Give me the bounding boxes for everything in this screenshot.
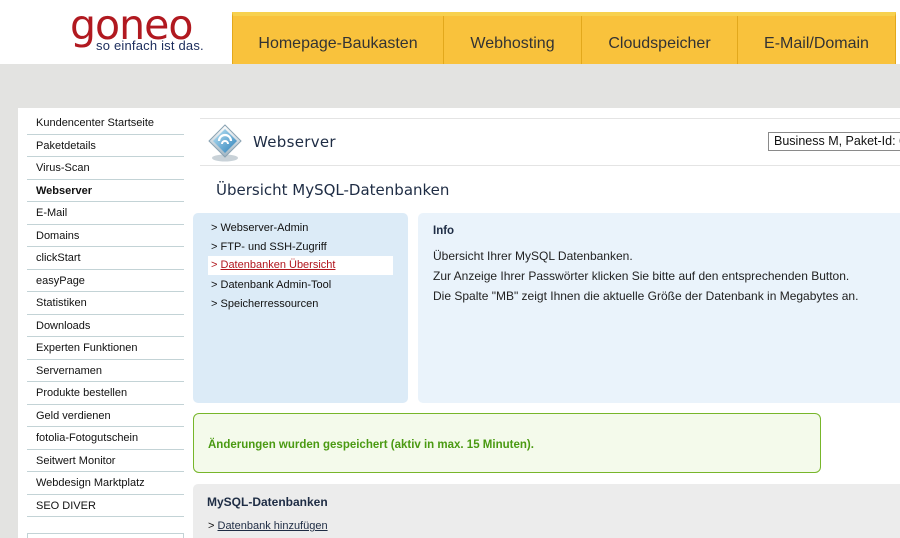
submenu-item-ftp-ssh[interactable]: > FTP- und SSH-Zugriff (208, 238, 393, 257)
sidebar-item-domains[interactable]: Domains (27, 225, 184, 247)
mysql-databases-section: MySQL-Datenbanken > Datenbank hinzufügen (193, 484, 900, 538)
sidebar-item-geld-verdienen[interactable]: Geld verdienen (27, 405, 184, 427)
webserver-header: Webserver Business M, Paket-Id: 6 (200, 118, 900, 166)
sidebar-item-produkte-bestellen[interactable]: Produkte bestellen (27, 382, 184, 405)
sidebar-item-webdesign-marktplatz[interactable]: Webdesign Marktplatz (27, 472, 184, 495)
submenu-item-webserver-admin[interactable]: > Webserver-Admin (208, 219, 393, 238)
logo-tagline: so einfach ist das. (96, 38, 204, 53)
success-message: Änderungen wurden gespeichert (aktiv in … (208, 439, 534, 451)
submenu-item-datenbank-admin-tool[interactable]: > Datenbank Admin-Tool (208, 276, 393, 295)
sidebar-item-paketdetails[interactable]: Paketdetails (27, 135, 184, 157)
arrow-icon: > (211, 222, 218, 234)
submenu-item-label: FTP- und SSH-Zugriff (220, 240, 327, 253)
sidebar-item-downloads[interactable]: Downloads (27, 315, 184, 337)
sidebar-item-webserver[interactable]: Webserver (27, 180, 184, 202)
package-select[interactable]: Business M, Paket-Id: 6 (768, 132, 900, 151)
sidebar-item-seo-diver[interactable]: SEO DIVER (27, 495, 184, 517)
submenu-item-datenbanken-uebersicht[interactable]: > Datenbanken Übersicht (208, 256, 393, 275)
nav-cloudspeicher[interactable]: Cloudspeicher (582, 16, 738, 71)
sidebar-box-edge (27, 533, 184, 538)
info-line: Übersicht Ihrer MySQL Datenbanken. (433, 249, 633, 263)
sidebar-item-fotolia-fotogutschein[interactable]: fotolia-Fotogutschein (27, 427, 184, 450)
arrow-icon: > (211, 259, 218, 271)
goneo-logo[interactable]: goneo so einfach ist das. (70, 2, 220, 56)
sidebar-item-servernamen[interactable]: Servernamen (27, 360, 184, 382)
success-message-box: Änderungen wurden gespeichert (aktiv in … (193, 413, 821, 473)
top-navigation: Homepage-Baukasten Webhosting Cloudspeic… (232, 12, 896, 72)
sidebar-item-kundencenter-startseite[interactable]: Kundencenter Startseite (27, 112, 184, 135)
submenu-item-label: Speicherressourcen (220, 297, 319, 310)
add-database-link[interactable]: > Datenbank hinzufügen (208, 520, 328, 532)
nav-webhosting[interactable]: Webhosting (444, 16, 582, 71)
submenu-item-label: Datenbanken Übersicht (220, 259, 336, 271)
sidebar-item-seitwert-monitor[interactable]: Seitwert Monitor (27, 450, 184, 472)
sidebar-item-easypage[interactable]: easyPage (27, 270, 184, 292)
sidebar-item-statistiken[interactable]: Statistiken (27, 292, 184, 315)
sidebar-item-clickstart[interactable]: clickStart (27, 247, 184, 270)
submenu-item-label: Webserver-Admin (220, 222, 309, 234)
sidebar-item-experten-funktionen[interactable]: Experten Funktionen (27, 337, 184, 360)
sidebar-item-email[interactable]: E-Mail (27, 202, 184, 225)
nav-homepage-baukasten[interactable]: Homepage-Baukasten (233, 16, 444, 71)
page-title: Übersicht MySQL-Datenbanken (216, 181, 450, 199)
arrow-icon: > (211, 278, 218, 291)
sidebar-nav: Kundencenter Startseite Paketdetails Vir… (27, 112, 184, 517)
info-title: Info (433, 225, 455, 237)
arrow-icon: > (211, 240, 218, 253)
submenu-item-speicherressourcen[interactable]: > Speicherressourcen (208, 295, 393, 314)
info-line: Die Spalte "MB" zeigt Ihnen die aktuelle… (433, 289, 859, 303)
webserver-icon (206, 123, 244, 163)
nav-email-domain[interactable]: E-Mail/Domain (738, 16, 895, 71)
header-band (0, 64, 900, 108)
left-gutter (0, 108, 18, 538)
webserver-submenu: > Webserver-Admin > FTP- und SSH-Zugriff… (193, 213, 408, 403)
info-panel: Info Übersicht Ihrer MySQL Datenbanken. … (418, 213, 900, 403)
submenu-item-label: Datenbank Admin-Tool (220, 278, 332, 291)
add-database-label: Datenbank hinzufügen (217, 520, 328, 532)
arrow-icon: > (208, 520, 215, 532)
sidebar-item-virus-scan[interactable]: Virus-Scan (27, 157, 184, 180)
info-line: Zur Anzeige Ihrer Passwörter klicken Sie… (433, 269, 850, 283)
webserver-title: Webserver (253, 133, 336, 151)
mysql-section-title: MySQL-Datenbanken (207, 495, 328, 509)
arrow-icon: > (211, 297, 218, 310)
